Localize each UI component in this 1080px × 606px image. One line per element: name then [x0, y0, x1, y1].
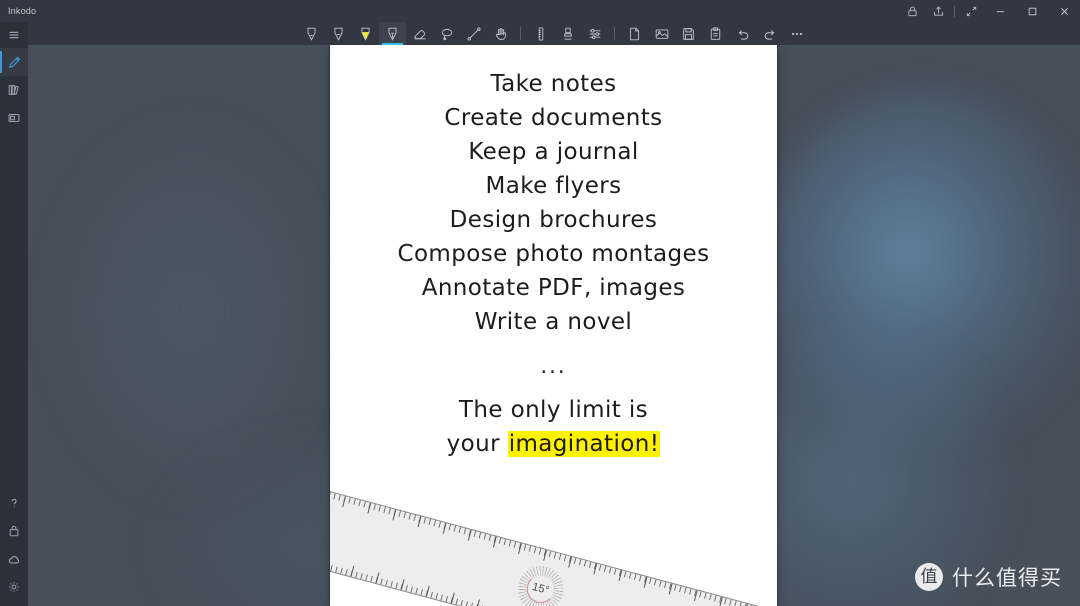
ink-closing-line-2: your imagination!	[330, 427, 777, 461]
undo-icon	[735, 26, 751, 42]
sidebar-bottom-group	[0, 489, 28, 606]
app-title: Inkodo	[8, 6, 37, 16]
page-icon	[627, 26, 642, 42]
ink-closing-prefix: your	[446, 431, 508, 457]
sidebar-item-draw[interactable]	[0, 48, 28, 76]
ink-line: Make flyers	[485, 173, 622, 199]
stamp-icon	[561, 26, 575, 42]
sidebar-item-settings[interactable]	[0, 573, 28, 601]
hand-icon	[493, 26, 509, 42]
handwritten-content: Take notes Create documents Keep a journ…	[330, 67, 777, 461]
toolbar-tool-group	[298, 22, 810, 45]
undo-button[interactable]	[729, 22, 756, 45]
sidebar-item-store[interactable]	[0, 517, 28, 545]
tool-pen-2[interactable]	[325, 22, 352, 45]
sidebar-item-cloud[interactable]	[0, 545, 28, 573]
books-icon	[7, 83, 21, 97]
sliders-icon	[587, 26, 603, 42]
titlebar-divider	[954, 5, 955, 17]
toolbar-divider-2	[614, 27, 615, 40]
sidebar-item-pages[interactable]	[0, 104, 28, 132]
backdrop-glow-right	[760, 90, 1080, 450]
paste-button[interactable]	[702, 22, 729, 45]
redo-button[interactable]	[756, 22, 783, 45]
tool-hand[interactable]	[487, 22, 514, 45]
pen-nib-icon	[304, 26, 319, 42]
watermark-logo-icon: 值	[915, 563, 943, 591]
close-button[interactable]	[1048, 0, 1080, 22]
pen-icon	[7, 55, 22, 70]
tool-ballpoint[interactable]	[379, 22, 406, 45]
ink-line: Take notes	[490, 71, 617, 97]
tool-eraser[interactable]	[406, 22, 433, 45]
tool-lasso[interactable]	[433, 22, 460, 45]
tool-stamp[interactable]	[554, 22, 581, 45]
highlighter-icon	[358, 26, 373, 42]
ink-ellipsis: ...	[540, 354, 567, 378]
maximize-button[interactable]	[1016, 0, 1048, 22]
lasso-icon	[439, 26, 455, 42]
pin-icon[interactable]	[899, 0, 925, 22]
pen-nib-icon	[331, 26, 346, 42]
share-icon[interactable]	[925, 0, 951, 22]
backdrop-glow-left	[50, 120, 330, 500]
ink-line: Annotate PDF, images	[421, 275, 686, 301]
ballpoint-icon	[385, 26, 400, 42]
ink-line: Write a novel	[474, 309, 633, 335]
image-icon	[654, 26, 670, 42]
ink-closing-line-1: The only limit is	[458, 397, 649, 423]
hamburger-menu-icon[interactable]	[0, 22, 28, 48]
question-icon	[7, 496, 21, 510]
watermark: 值 什么值得买	[915, 562, 1062, 592]
sidebar-item-help[interactable]	[0, 489, 28, 517]
tool-shape[interactable]	[460, 22, 487, 45]
sidebar-top-group	[0, 22, 28, 132]
tool-toolbar	[28, 22, 1080, 45]
minimize-button[interactable]	[984, 0, 1016, 22]
save-button[interactable]	[675, 22, 702, 45]
fullscreen-icon[interactable]	[958, 0, 984, 22]
title-bar: Inkodo	[0, 0, 1080, 22]
gear-icon	[7, 580, 21, 594]
toolbar-divider-1	[520, 27, 521, 40]
page-card-icon	[7, 111, 21, 125]
redo-icon	[762, 26, 778, 42]
new-page-button[interactable]	[621, 22, 648, 45]
sidebar-item-library[interactable]	[0, 76, 28, 104]
ink-line: Create documents	[444, 105, 663, 131]
ruler-icon	[534, 26, 548, 42]
more-button[interactable]	[783, 22, 810, 45]
eraser-icon	[412, 26, 428, 42]
highlighted-word: imagination!	[507, 431, 661, 457]
ink-line: Compose photo montages	[397, 241, 710, 267]
watermark-text: 什么值得买	[952, 566, 1062, 590]
clipboard-icon	[708, 26, 723, 42]
cloud-icon	[7, 552, 22, 567]
tool-highlighter[interactable]	[352, 22, 379, 45]
tool-pen-1[interactable]	[298, 22, 325, 45]
bag-icon	[7, 524, 21, 538]
app-window: Inkodo Take notes Create documents Keep …	[0, 0, 1080, 606]
line-tool-icon	[466, 26, 482, 42]
tool-ruler[interactable]	[527, 22, 554, 45]
floppy-icon	[681, 26, 696, 42]
insert-image-button[interactable]	[648, 22, 675, 45]
ink-line: Design brochures	[449, 207, 658, 233]
ink-line: Keep a journal	[468, 139, 639, 165]
tool-tool-options[interactable]	[581, 22, 608, 45]
ellipsis-icon	[789, 26, 805, 42]
left-sidebar	[0, 22, 28, 606]
